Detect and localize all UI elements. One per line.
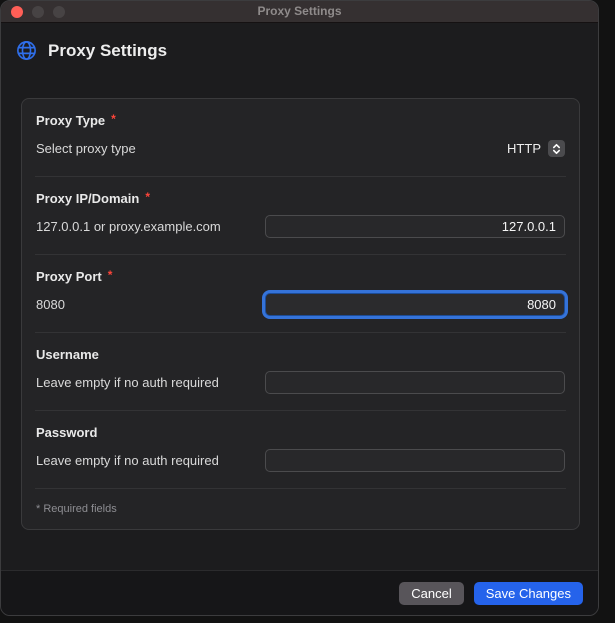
field-description: Leave empty if no auth required bbox=[36, 453, 219, 468]
field-label: Proxy Type * bbox=[36, 113, 565, 128]
field-label: Username bbox=[36, 347, 565, 362]
field-description: 127.0.0.1 or proxy.example.com bbox=[36, 219, 221, 234]
field-label: Password bbox=[36, 425, 565, 440]
globe-icon bbox=[15, 39, 38, 62]
field-row-username: Username Leave empty if no auth required bbox=[35, 333, 566, 411]
field-row-password: Password Leave empty if no auth required bbox=[35, 411, 566, 489]
field-row-proxy-ip: Proxy IP/Domain * 127.0.0.1 or proxy.exa… bbox=[35, 177, 566, 255]
selected-proxy-type: HTTP bbox=[507, 141, 541, 156]
required-marker: * bbox=[145, 190, 150, 204]
dialog-footer: Cancel Save Changes bbox=[1, 570, 598, 615]
proxy-port-label: Proxy Port bbox=[36, 269, 102, 284]
titlebar[interactable]: Proxy Settings bbox=[1, 1, 598, 23]
save-changes-button[interactable]: Save Changes bbox=[474, 582, 583, 605]
field-label: Proxy IP/Domain * bbox=[36, 191, 565, 206]
field-row-proxy-type: Proxy Type * Select proxy type HTTP bbox=[35, 99, 566, 177]
proxy-type-select[interactable]: HTTP bbox=[507, 140, 565, 157]
required-marker: * bbox=[108, 268, 113, 282]
field-label: Proxy Port * bbox=[36, 269, 565, 284]
proxy-port-input[interactable] bbox=[265, 293, 565, 316]
window-title: Proxy Settings bbox=[1, 1, 598, 22]
field-description: Leave empty if no auth required bbox=[36, 375, 219, 390]
username-label: Username bbox=[36, 347, 99, 362]
required-marker: * bbox=[111, 112, 116, 126]
proxy-ip-label: Proxy IP/Domain bbox=[36, 191, 139, 206]
proxy-type-label: Proxy Type bbox=[36, 113, 105, 128]
password-label: Password bbox=[36, 425, 97, 440]
dialog-header: Proxy Settings bbox=[1, 23, 598, 74]
proxy-settings-window: Proxy Settings Proxy Settings Proxy Type… bbox=[0, 0, 599, 616]
proxy-ip-input[interactable] bbox=[265, 215, 565, 238]
required-fields-note: * Required fields bbox=[35, 489, 566, 529]
field-description: 8080 bbox=[36, 297, 65, 312]
chevron-up-down-icon bbox=[548, 140, 565, 157]
cancel-button[interactable]: Cancel bbox=[399, 582, 463, 605]
username-input[interactable] bbox=[265, 371, 565, 394]
page-title: Proxy Settings bbox=[48, 41, 167, 61]
field-row-proxy-port: Proxy Port * 8080 bbox=[35, 255, 566, 333]
password-input[interactable] bbox=[265, 449, 565, 472]
field-description: Select proxy type bbox=[36, 141, 136, 156]
form-card: Proxy Type * Select proxy type HTTP bbox=[21, 98, 580, 530]
